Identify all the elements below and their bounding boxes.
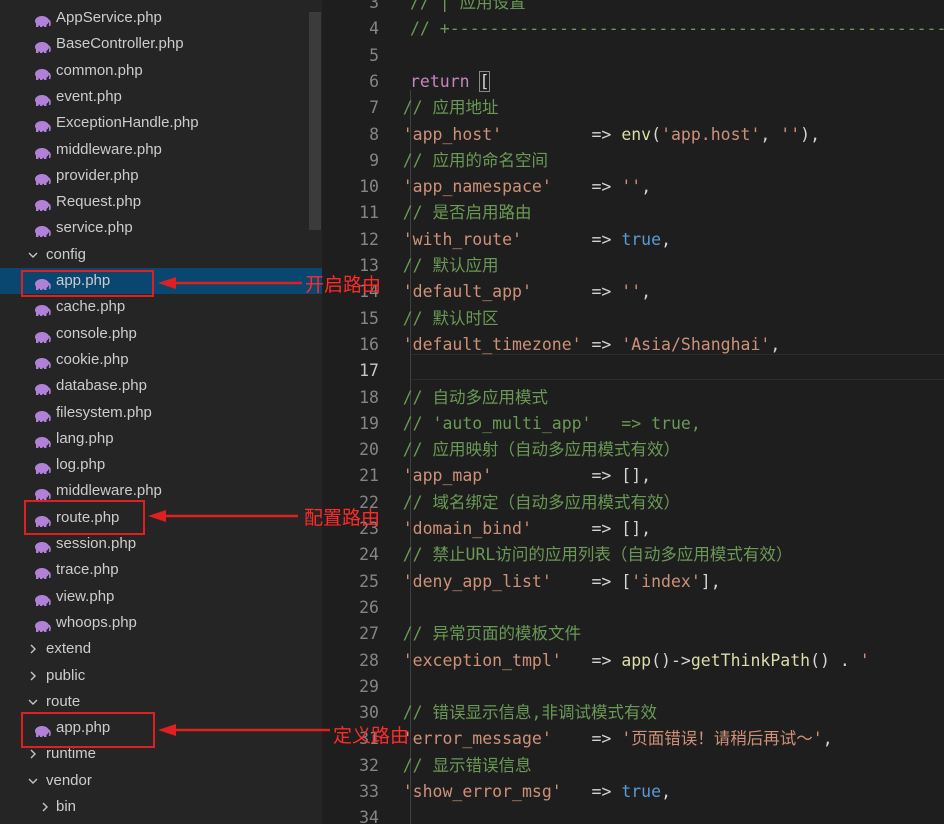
arrow-define-route xyxy=(158,724,330,736)
arrow-config-route xyxy=(148,510,298,522)
annotation-arrows xyxy=(148,277,330,736)
annotation-config-route: 配置路由 xyxy=(304,507,381,529)
annotation-enable-route: 开启路由 xyxy=(305,274,382,296)
annotation-define-route: 定义路由 xyxy=(333,725,410,747)
arrow-enable-route xyxy=(158,277,302,289)
